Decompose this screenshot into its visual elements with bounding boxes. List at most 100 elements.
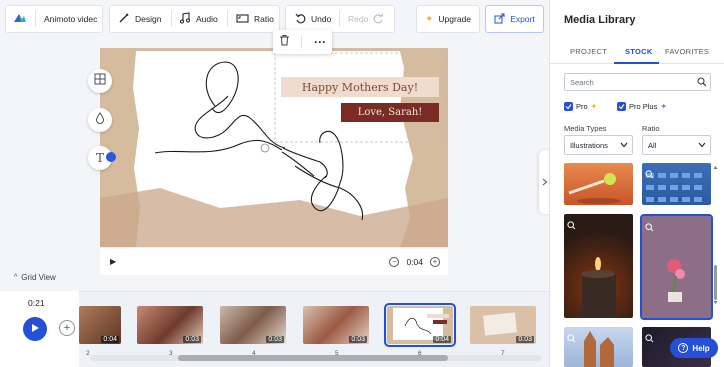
media-types-value: Illustrations — [570, 140, 608, 150]
divider — [227, 11, 228, 27]
zoom-icon[interactable] — [645, 166, 654, 184]
animoto-logo-icon — [13, 13, 27, 25]
media-library-title: Media Library — [564, 14, 636, 26]
timeline-scrollbar-thumb[interactable] — [178, 355, 448, 361]
layout-tool-button[interactable] — [88, 69, 112, 93]
play-icon[interactable]: ▶ — [110, 257, 116, 266]
scene-number: 2 — [86, 350, 90, 357]
color-tool-button[interactable] — [88, 108, 112, 132]
media-item-flowers-selected[interactable] — [640, 214, 713, 320]
media-item-tennis[interactable] — [564, 163, 633, 205]
trash-icon[interactable] — [279, 33, 290, 51]
sparkle-icon: ✦ — [660, 102, 668, 111]
sparkle-icon: ✦ — [425, 13, 434, 25]
scene-thumbnail[interactable]: 0:03 — [470, 306, 536, 344]
play-icon — [30, 320, 40, 338]
more-options-icon[interactable]: ··· — [314, 36, 326, 48]
scene-duration: 0:04 — [433, 336, 451, 343]
design-button[interactable]: Design — [118, 6, 161, 32]
checkbox-checked-icon — [617, 102, 626, 111]
media-item-candle[interactable] — [564, 214, 633, 318]
plus-icon: + — [63, 321, 71, 334]
media-types-select[interactable]: Illustrations — [564, 135, 633, 155]
undo-icon — [295, 13, 306, 26]
search-placeholder: Search — [570, 77, 594, 87]
active-indicator-dot — [106, 152, 116, 162]
audio-button[interactable]: Audio — [179, 6, 218, 32]
divider — [301, 35, 303, 49]
redo-label: Redo — [348, 14, 369, 24]
zoom-icon[interactable] — [567, 330, 576, 348]
play-video-button[interactable] — [23, 317, 47, 341]
canvas-text-signature[interactable]: Love, Sarah! — [341, 103, 439, 122]
scene-thumbnail-selected[interactable]: 0:04 — [384, 303, 456, 347]
scene-duration: 0:03 — [349, 336, 367, 343]
undo-button[interactable]: Undo — [295, 6, 331, 32]
export-icon — [494, 13, 505, 26]
video-editor-app: Animoto videc Design Audio Ratio Undo Re… — [0, 0, 724, 367]
chevron-up-icon: ^ — [14, 274, 18, 281]
ratio-select[interactable]: All — [642, 135, 711, 155]
project-name-button[interactable]: Animoto videc — [5, 5, 103, 33]
grid-view-toggle[interactable]: ^ Grid View — [14, 273, 56, 282]
export-button[interactable]: Export — [485, 5, 544, 33]
ratio-button[interactable]: Ratio — [236, 6, 274, 32]
design-audio-ratio-group: Design Audio Ratio — [109, 5, 280, 33]
divider — [171, 11, 172, 27]
timeline-current-time: 0:21 — [28, 298, 45, 308]
active-tab-indicator — [614, 62, 659, 64]
zoom-in-icon[interactable]: + — [430, 256, 440, 267]
sparkle-icon: ✦ — [590, 102, 598, 111]
redo-icon — [373, 13, 384, 26]
tab-stock[interactable]: STOCK — [625, 47, 653, 56]
add-scene-button[interactable]: + — [59, 320, 75, 336]
scene-thumbnail[interactable]: 0:03 — [303, 306, 369, 344]
tab-favorites[interactable]: FAVORITES — [665, 47, 709, 56]
ratio-filter-label: Ratio — [642, 124, 660, 133]
tennis-illustration — [568, 173, 621, 204]
tab-project[interactable]: PROJECT — [570, 47, 607, 56]
scene-thumbnail[interactable]: 0:03 — [220, 306, 286, 344]
redo-button[interactable]: Redo — [348, 6, 384, 32]
element-mini-toolbar: ··· — [273, 30, 332, 54]
chevron-right-icon — [542, 173, 548, 191]
chevron-down-icon — [620, 141, 628, 150]
ratio-value: All — [648, 140, 657, 150]
export-label: Export — [510, 14, 535, 24]
media-search-input[interactable]: Search — [564, 73, 711, 91]
search-icon[interactable] — [697, 77, 707, 89]
help-question-icon: ? — [678, 343, 689, 353]
media-scrollbar[interactable] — [713, 165, 718, 305]
scene-duration: 0:03 — [183, 336, 201, 343]
grid-view-label: Grid View — [21, 273, 56, 282]
scene-thumbnail[interactable]: 0:03 — [137, 306, 203, 344]
pro-plus-label: Pro Plus — [629, 102, 658, 111]
zoom-out-icon[interactable]: − — [389, 256, 400, 267]
zoom-icon[interactable] — [567, 217, 576, 235]
help-button[interactable]: ? Help — [670, 338, 718, 358]
scene-thumbnail[interactable]: 0:04 — [79, 306, 121, 344]
checkbox-checked-icon — [564, 102, 573, 111]
media-item-stadium-seats[interactable] — [642, 163, 711, 205]
help-label: Help — [692, 343, 710, 353]
droplet-icon — [95, 111, 105, 129]
pro-label: Pro — [576, 102, 588, 111]
brush-icon — [118, 12, 130, 26]
zoom-icon[interactable] — [645, 330, 654, 348]
scene-duration: 0:03 — [516, 336, 534, 343]
audio-label: Audio — [196, 14, 218, 24]
project-name: Animoto videc — [44, 14, 98, 24]
upgrade-button[interactable]: ✦ Upgrade — [416, 5, 480, 33]
media-item-cathedral[interactable] — [564, 327, 633, 367]
pro-checkbox[interactable]: Pro ✦ — [564, 102, 597, 111]
zoom-icon[interactable] — [645, 219, 654, 237]
upgrade-label: Upgrade — [438, 14, 471, 24]
design-label: Design — [135, 14, 162, 24]
media-library-panel: Media Library PROJECT STOCK FAVORITES Se… — [549, 0, 724, 367]
canvas-text-title[interactable]: Happy Mothers Day! — [281, 77, 439, 97]
canvas-playbar: ▶ − 0:04 + — [100, 247, 448, 275]
pro-plus-checkbox[interactable]: Pro Plus ✦ — [617, 102, 667, 111]
preview-time: 0:04 — [406, 256, 423, 267]
media-tabs: PROJECT STOCK FAVORITES — [550, 40, 724, 64]
chevron-down-icon — [698, 141, 706, 150]
